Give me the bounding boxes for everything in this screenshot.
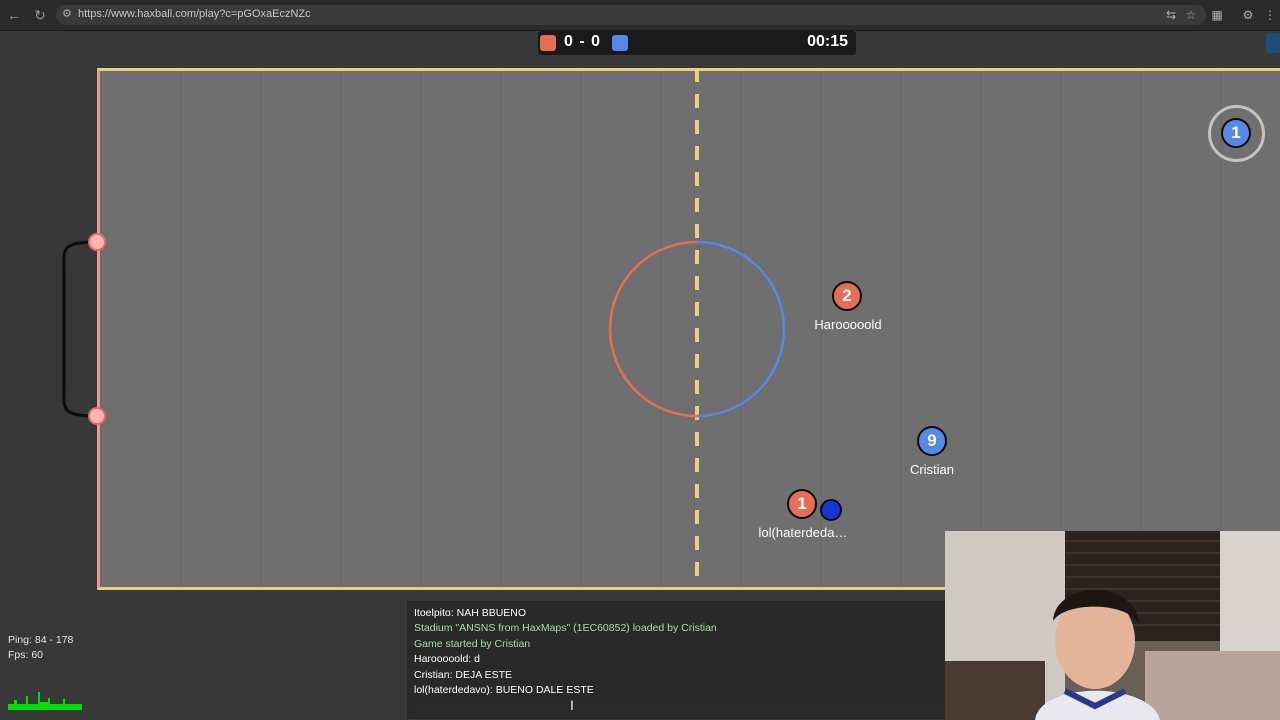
chat-message: lol(haterdedavo): BUENO DALE ESTE	[414, 684, 594, 696]
center-circle-red-half	[608, 240, 698, 418]
chat-message: Itoelpito: NAH BBUENO	[414, 607, 527, 619]
text-cursor-icon: I	[570, 697, 574, 713]
center-circle-blue-half	[696, 240, 786, 418]
chat-panel: Itoelpito: NAH BBUENO Stadium "ANSNS fro…	[407, 601, 945, 719]
ping-label: Ping: 84 - 178	[8, 634, 74, 646]
red-goal-net	[62, 240, 98, 418]
player-name: lol(haterdeda…	[758, 525, 848, 540]
chat-input[interactable]	[413, 701, 945, 716]
network-stats: Ping: 84 - 178 Fps: 60	[8, 633, 73, 663]
player-disc: 1	[1221, 118, 1251, 148]
fps-graph	[8, 692, 82, 710]
player-name: Cristian	[909, 462, 955, 477]
player-name: Harooooold	[814, 317, 882, 332]
chat-message: Harooooold: d	[414, 653, 480, 665]
webcam-overlay	[945, 531, 1280, 720]
player-disc: 2	[832, 281, 862, 311]
ball	[820, 499, 842, 521]
player-disc: 1	[787, 489, 817, 519]
player-disc: 9	[917, 426, 947, 456]
red-goal-post-bottom	[88, 407, 106, 425]
chat-message: Cristian: DEJA ESTE	[414, 669, 513, 681]
chat-system-message: Game started by Cristian	[414, 638, 531, 650]
red-goal-post-top	[88, 233, 106, 251]
fps-label: Fps: 60	[8, 649, 44, 661]
webcam-image	[945, 531, 1280, 720]
chat-system-message: Stadium "ANSNS from HaxMaps" (1EC60852) …	[414, 622, 717, 634]
